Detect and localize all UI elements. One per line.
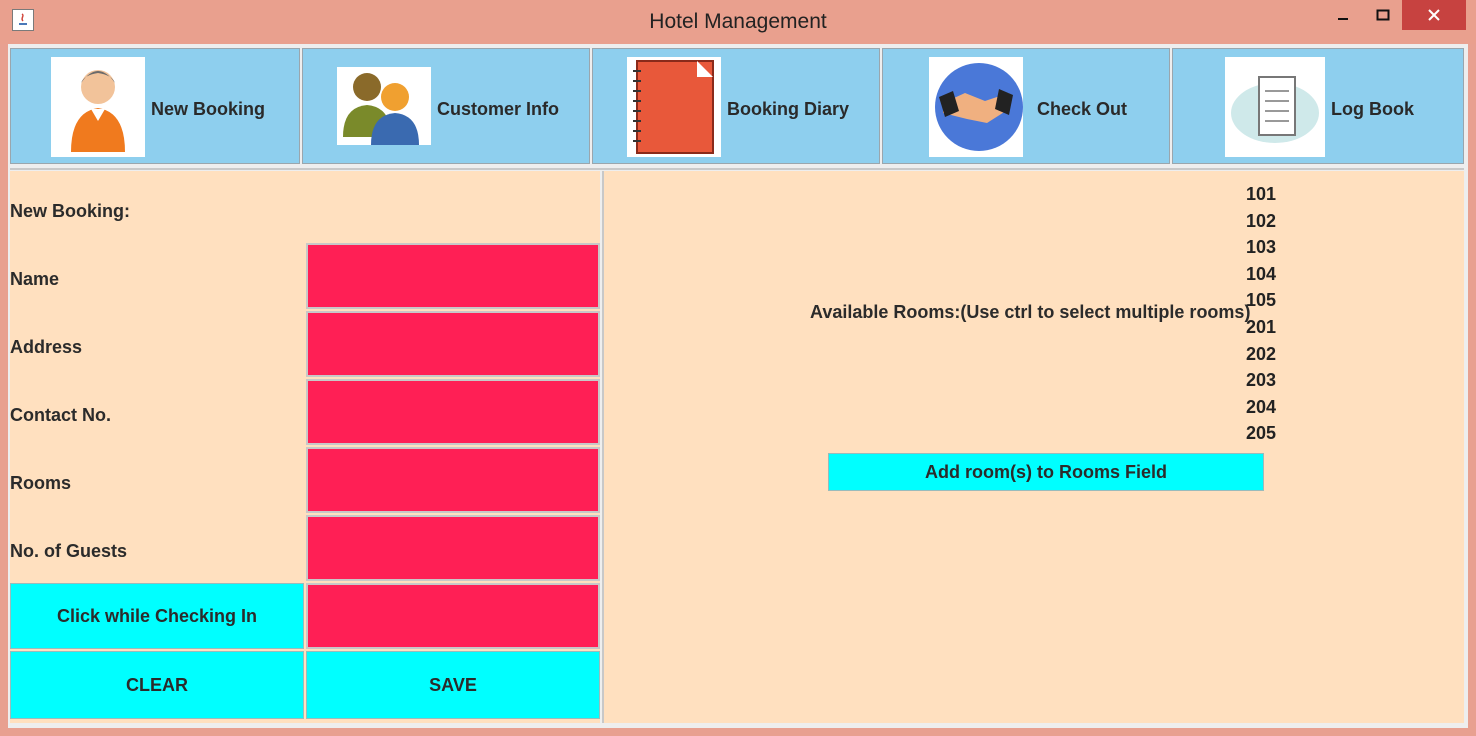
clear-button[interactable]: CLEAR [10, 651, 304, 719]
room-item[interactable]: 105 [1246, 287, 1276, 314]
room-list[interactable]: 101 102 103 104 105 201 202 203 204 205 [1246, 181, 1276, 447]
rooms-panel: Available Rooms:(Use ctrl to select mult… [602, 171, 1464, 723]
log-book-label: Log Book [1331, 99, 1414, 119]
form-heading: New Booking: [10, 201, 130, 221]
new-booking-form: New Booking: Name Address Contact No. Ro… [10, 171, 600, 723]
window-title: Hotel Management [649, 10, 827, 33]
maximize-icon[interactable] [1370, 0, 1396, 30]
room-item[interactable]: 102 [1246, 208, 1276, 235]
guests-label: No. of Guests [10, 541, 128, 561]
room-item[interactable]: 104 [1246, 261, 1276, 288]
name-label: Name [10, 269, 60, 289]
address-label: Address [10, 337, 83, 357]
contact-label: Contact No. [10, 405, 111, 425]
notebook-icon [627, 57, 721, 157]
name-field[interactable] [306, 243, 600, 309]
users-icon [337, 67, 431, 145]
room-item[interactable]: 204 [1246, 394, 1276, 421]
new-booking-button[interactable]: New Booking [10, 48, 300, 164]
add-rooms-button[interactable]: Add room(s) to Rooms Field [828, 453, 1264, 491]
customer-info-label: Customer Info [437, 99, 560, 119]
title-bar: Hotel Management [0, 0, 1476, 44]
log-book-button[interactable]: Log Book [1172, 48, 1464, 164]
logbook-icon [1225, 57, 1325, 157]
room-item[interactable]: 205 [1246, 420, 1276, 447]
new-booking-label: New Booking [151, 99, 266, 119]
guests-field[interactable] [306, 515, 600, 581]
check-out-label: Check Out [1037, 99, 1128, 119]
person-icon [51, 57, 145, 157]
customer-info-button[interactable]: Customer Info [302, 48, 590, 164]
booking-diary-label: Booking Diary [727, 99, 850, 119]
check-out-button[interactable]: Check Out [882, 48, 1170, 164]
room-item[interactable]: 103 [1246, 234, 1276, 261]
main-frame: New Booking Customer Info Booking Diary … [8, 44, 1468, 728]
close-icon[interactable] [1402, 0, 1466, 30]
save-button[interactable]: SAVE [306, 651, 600, 719]
room-item[interactable]: 202 [1246, 341, 1276, 368]
contact-field[interactable] [306, 379, 600, 445]
rooms-label: Rooms [10, 473, 72, 493]
rooms-field[interactable] [306, 447, 600, 513]
minimize-icon[interactable] [1330, 0, 1356, 30]
check-in-time-field[interactable] [306, 583, 600, 649]
handshake-icon [929, 57, 1023, 157]
address-field[interactable] [306, 311, 600, 377]
separator [10, 168, 1464, 170]
room-item[interactable]: 203 [1246, 367, 1276, 394]
check-in-button[interactable]: Click while Checking In [10, 583, 304, 649]
room-item[interactable]: 101 [1246, 181, 1276, 208]
available-rooms-label: Available Rooms:(Use ctrl to select mult… [810, 302, 1251, 322]
toolbar: New Booking Customer Info Booking Diary … [10, 46, 1464, 166]
room-item[interactable]: 201 [1246, 314, 1276, 341]
booking-diary-button[interactable]: Booking Diary [592, 48, 880, 164]
